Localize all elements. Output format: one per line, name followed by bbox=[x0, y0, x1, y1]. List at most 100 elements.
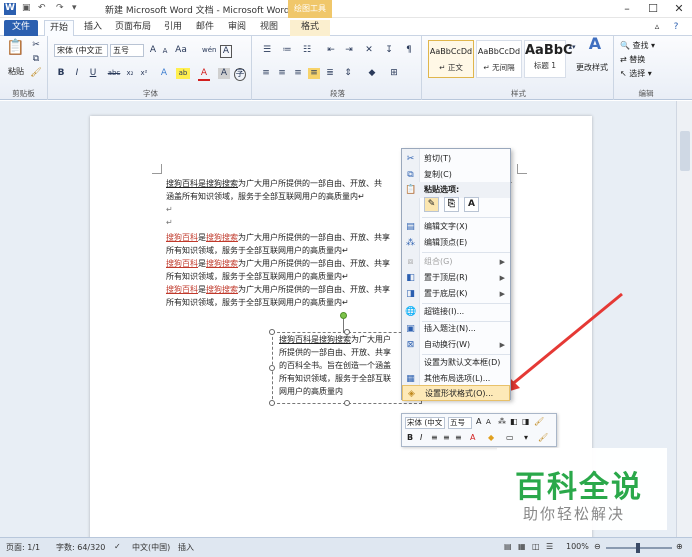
insert-mode-indicator[interactable]: 插入 bbox=[178, 542, 194, 553]
tab-insert[interactable]: 插入 bbox=[80, 20, 106, 36]
highlight-button[interactable]: ab bbox=[176, 68, 190, 79]
word-count[interactable]: 字数: 64/320 bbox=[56, 542, 105, 553]
menu-item-hyperlink[interactable]: 🌐 超链接(I)... bbox=[402, 304, 510, 320]
mini-align-right-icon[interactable]: ≡ bbox=[455, 433, 462, 442]
menu-item-text-wrapping[interactable]: ⊠ 自动换行(W) ▶ bbox=[402, 337, 510, 353]
resize-handle-w[interactable] bbox=[269, 365, 275, 371]
save-icon[interactable]: ▣ bbox=[22, 3, 31, 15]
menu-item-send-to-back[interactable]: ◨ 置于底层(K) ▶ bbox=[402, 286, 510, 302]
resize-handle-s[interactable] bbox=[344, 400, 350, 406]
select-button[interactable]: ↖ 选择 ▾ bbox=[620, 68, 652, 79]
tab-review[interactable]: 审阅 bbox=[224, 20, 250, 36]
mini-font-color-button[interactable]: A bbox=[470, 433, 475, 442]
view-web-icon[interactable]: ◫ bbox=[532, 542, 540, 551]
tab-home[interactable]: 开始 bbox=[44, 20, 74, 36]
mini-more-icon[interactable]: ▾ bbox=[524, 433, 528, 442]
subscript-button[interactable]: x₂ bbox=[124, 68, 136, 79]
style-heading-1[interactable]: AaBbC 标题 1 bbox=[524, 40, 573, 78]
paragraph-4-line-2[interactable]: 所有知识领域，服务于全部互联网用户的高质量内↵ bbox=[166, 297, 349, 309]
bullets-icon[interactable]: ☰ bbox=[260, 45, 274, 56]
mini-send-back-icon[interactable]: ◨ bbox=[522, 417, 530, 426]
paste-keep-source-icon[interactable]: ✎ bbox=[424, 197, 439, 212]
change-styles-icon[interactable]: A bbox=[582, 36, 608, 52]
tab-file[interactable]: 文件 bbox=[4, 20, 38, 36]
align-left-icon[interactable]: ≡ bbox=[260, 68, 272, 79]
maximize-button[interactable]: ☐ bbox=[640, 0, 666, 18]
numbering-icon[interactable]: ≔ bbox=[280, 45, 294, 56]
line-spacing-icon[interactable]: ⇕ bbox=[342, 68, 354, 79]
rotate-handle[interactable] bbox=[340, 312, 347, 319]
menu-item-format-shape[interactable]: ◈ 设置形状格式(O)... bbox=[402, 385, 510, 401]
decrease-indent-icon[interactable]: ⇤ bbox=[324, 45, 338, 56]
cut-icon[interactable]: ✂ bbox=[30, 40, 42, 51]
vertical-scrollbar[interactable] bbox=[676, 101, 692, 537]
distribute-icon[interactable]: ≣ bbox=[324, 68, 336, 79]
resize-handle-n[interactable] bbox=[344, 329, 350, 335]
mini-grow-font-button[interactable]: A bbox=[476, 417, 481, 426]
language-indicator[interactable]: 中文(中国) bbox=[132, 542, 170, 553]
menu-item-edit-points[interactable]: ⁂ 编辑顶点(E) bbox=[402, 235, 510, 251]
styles-scroll-icon[interactable]: ▴▾ bbox=[568, 42, 576, 53]
word-app-icon[interactable]: W bbox=[4, 3, 16, 15]
format-painter-icon[interactable]: 🖌 bbox=[30, 68, 42, 79]
para2-link-a[interactable]: 搜狗百科 bbox=[166, 233, 198, 242]
style-no-spacing[interactable]: AaBbCcDd ↵ 无间隔 bbox=[476, 40, 522, 78]
phonetic-guide-icon[interactable]: wén bbox=[202, 45, 216, 56]
paragraph-3-line-1[interactable]: 搜狗百科是搜狗搜索为广大用户所提供的一部自由、开放、共享盖 bbox=[166, 258, 494, 270]
italic-button[interactable]: I bbox=[72, 68, 82, 79]
font-name-select[interactable]: 宋体 (中文正 bbox=[54, 44, 108, 57]
tab-format[interactable]: 格式 bbox=[290, 20, 330, 36]
zoom-slider-thumb[interactable] bbox=[636, 543, 640, 553]
borders-icon[interactable]: ⊞ bbox=[388, 68, 400, 79]
para2-link-b[interactable]: 搜狗搜索 bbox=[206, 233, 238, 242]
para1-link[interactable]: 搜狗百科是搜狗搜索 bbox=[166, 179, 238, 188]
menu-item-set-default-textbox[interactable]: 设置为默认文本框(D) bbox=[402, 355, 510, 371]
replace-button[interactable]: ⇄ 替换 bbox=[620, 54, 645, 65]
justify-icon[interactable]: ≡ bbox=[308, 68, 320, 79]
text-effect-button[interactable]: A bbox=[158, 68, 170, 79]
align-center-icon[interactable]: ≡ bbox=[276, 68, 288, 79]
zoom-level[interactable]: 100% bbox=[566, 542, 589, 551]
paragraph-1-line-1[interactable]: 搜狗百科是搜狗搜索为广大用户所提供的一部自由、开放、共个 bbox=[166, 178, 512, 190]
shading-icon[interactable]: ◆ bbox=[366, 68, 378, 79]
menu-item-cut[interactable]: ✂ 剪切(T) bbox=[402, 151, 510, 167]
scrollbar-thumb[interactable] bbox=[680, 131, 690, 171]
show-marks-icon[interactable]: ¶ bbox=[402, 45, 416, 56]
char-shading-button[interactable]: A bbox=[218, 68, 230, 79]
menu-item-bring-to-front[interactable]: ◧ 置于顶层(R) ▶ bbox=[402, 270, 510, 286]
grow-font-icon[interactable]: A bbox=[148, 45, 158, 56]
change-styles-button[interactable]: 更改样式 bbox=[576, 62, 608, 73]
paragraph-2-line-2[interactable]: 所有知识领域，服务于全部互联网用户的高质量内↵ bbox=[166, 245, 349, 257]
paste-button[interactable]: 粘贴 bbox=[8, 66, 24, 77]
strikethrough-button[interactable]: abc bbox=[106, 68, 122, 79]
tab-mailings[interactable]: 邮件 bbox=[192, 20, 218, 36]
para4-link-b[interactable]: 搜狗搜索 bbox=[206, 285, 238, 294]
char-border-icon[interactable]: A bbox=[220, 45, 232, 58]
superscript-button[interactable]: x² bbox=[138, 68, 150, 79]
resize-handle-sw[interactable] bbox=[269, 400, 275, 406]
mini-font-name-select[interactable]: 宋体 (中文 bbox=[405, 417, 445, 429]
undo-icon[interactable]: ↶ bbox=[38, 3, 46, 15]
customize-quick-access-icon[interactable]: ▾ bbox=[72, 3, 77, 15]
underline-button[interactable]: U bbox=[88, 68, 98, 79]
para4-link-a[interactable]: 搜狗百科 bbox=[166, 285, 198, 294]
chinese-layout-icon[interactable]: ✕ bbox=[362, 45, 376, 56]
mini-italic-button[interactable]: I bbox=[420, 433, 422, 442]
copy-icon[interactable]: ⧉ bbox=[30, 54, 42, 65]
paragraph-3-line-2[interactable]: 所有知识领域，服务于全部互联网用户的高质量内↵ bbox=[166, 271, 349, 283]
menu-item-copy[interactable]: ⧉ 复制(C) bbox=[402, 167, 510, 183]
paragraph-4-line-1[interactable]: 搜狗百科是搜狗搜索为广大用户所提供的一部自由、开放、共享盖 bbox=[166, 284, 494, 296]
font-color-button[interactable]: A bbox=[198, 68, 210, 81]
resize-handle-nw[interactable] bbox=[269, 329, 275, 335]
paste-icon[interactable]: 📋 bbox=[6, 40, 25, 60]
mini-align-left-icon[interactable]: ≡ bbox=[431, 433, 438, 442]
view-outline-icon[interactable]: ☰ bbox=[546, 542, 553, 551]
minimize-ribbon-icon[interactable]: ▵ bbox=[650, 20, 664, 36]
mini-bold-button[interactable]: B bbox=[407, 433, 413, 442]
paragraph-1-line-2[interactable]: 涵盖所有知识领域，服务于全部互联网用户的高质量内↵ bbox=[166, 191, 365, 203]
para3-link-b[interactable]: 搜狗搜索 bbox=[206, 259, 238, 268]
zoom-out-button[interactable]: ⊖ bbox=[594, 542, 601, 551]
minimize-button[interactable]: – bbox=[614, 0, 640, 18]
view-print-layout-icon[interactable]: ▤ bbox=[504, 542, 512, 551]
proofing-icon[interactable]: ✓ bbox=[114, 542, 121, 551]
